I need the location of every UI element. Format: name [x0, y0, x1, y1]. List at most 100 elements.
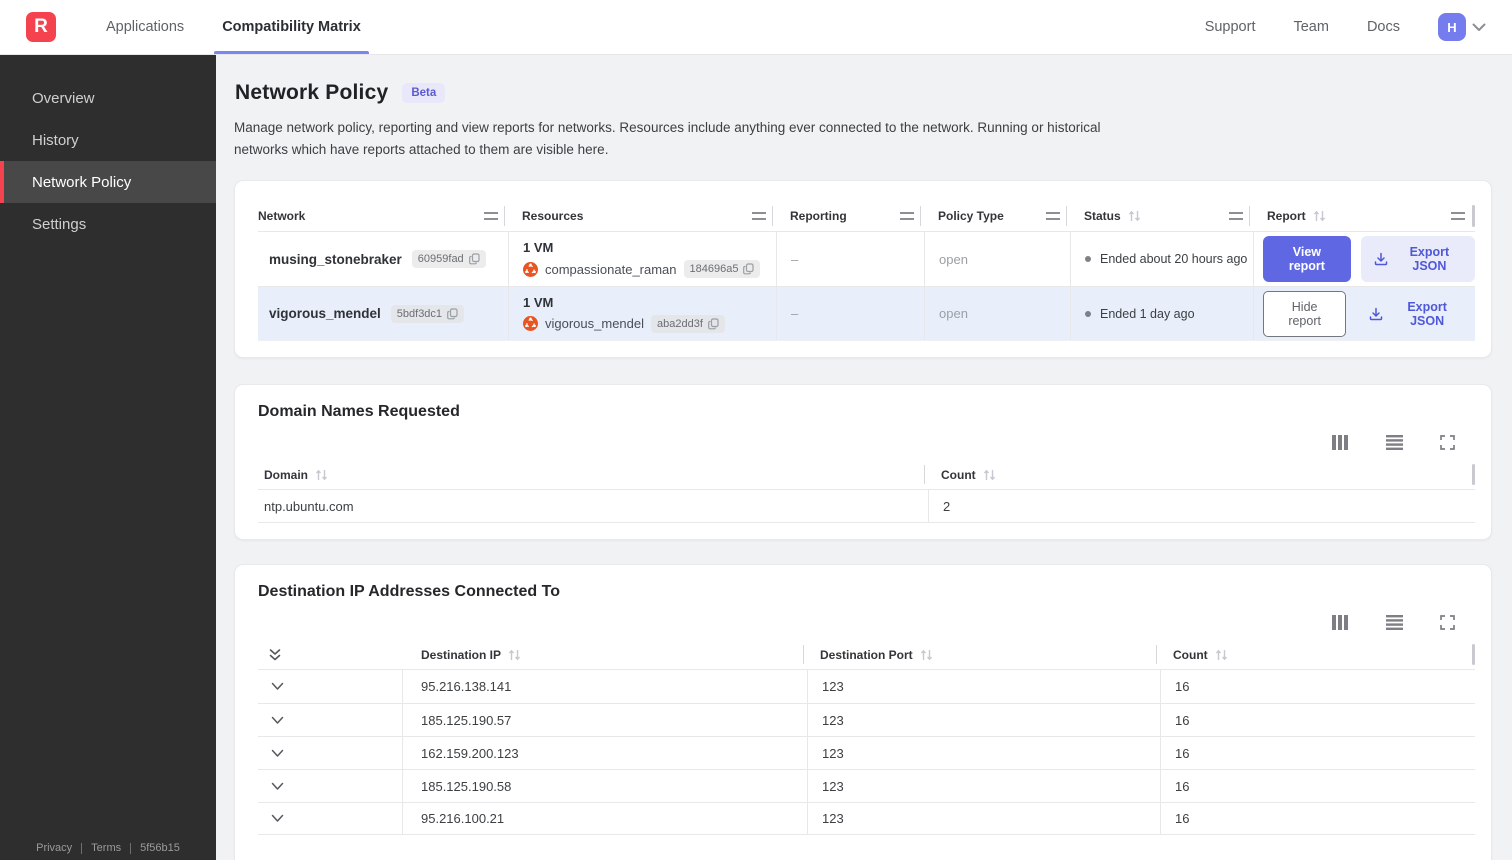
count-cell: 16 — [1160, 770, 1475, 803]
column-label: Resources — [522, 209, 584, 224]
network-id: 60959fad — [417, 253, 464, 266]
column-header-reporting: Reporting — [776, 201, 924, 231]
nav-link-docs[interactable]: Docs — [1367, 19, 1400, 35]
app-logo[interactable]: R — [26, 12, 56, 42]
export-json-label: Export JSON — [1409, 245, 1450, 274]
status-dot-icon — [1085, 310, 1091, 317]
column-header-policy-type: Policy Type — [924, 201, 1070, 231]
account-menu[interactable]: H — [1438, 13, 1486, 41]
rows-icon[interactable] — [1386, 615, 1403, 631]
sort-icon[interactable] — [920, 649, 933, 661]
row-expander[interactable] — [258, 670, 402, 703]
resources-cell: 1 VM compassionate_raman 184696a5 — [508, 232, 776, 287]
network-id: 5bdf3dc1 — [396, 307, 443, 320]
status-cell: Ended 1 day ago — [1070, 287, 1253, 341]
resources-cell: 1 VM vigorous_mendel aba2dd3f — [508, 287, 776, 341]
policy-type-cell: open — [924, 287, 1070, 341]
network-id-badge: 5bdf3dc1 — [390, 304, 465, 323]
columns-icon[interactable] — [1332, 435, 1349, 451]
port-cell: 123 — [807, 670, 1160, 704]
sidebar-item-overview[interactable]: Overview — [0, 77, 216, 119]
column-label: Policy Type — [938, 209, 1004, 224]
resource-id: 184696a5 — [689, 263, 739, 276]
sidebar: Overview History Network Policy Settings… — [0, 55, 216, 860]
ubuntu-icon — [523, 261, 538, 277]
avatar[interactable]: H — [1438, 13, 1466, 41]
sort-icon[interactable] — [508, 649, 521, 661]
tab-compatibility-matrix[interactable]: Compatibility Matrix — [214, 0, 369, 54]
column-label: Reporting — [790, 209, 847, 224]
export-json-button[interactable]: Export JSON — [1356, 291, 1475, 337]
row-expander[interactable] — [258, 803, 402, 834]
fullscreen-icon[interactable] — [1440, 615, 1455, 631]
hide-report-button[interactable]: Hide report — [1263, 290, 1347, 337]
status-dot-icon — [1085, 256, 1091, 263]
count-cell: 16 — [1160, 803, 1475, 835]
export-json-button[interactable]: Export JSON — [1360, 236, 1475, 283]
row-expander[interactable] — [258, 770, 402, 802]
count-cell: 16 — [1160, 670, 1475, 704]
column-header-resources: Resources — [508, 201, 776, 231]
sidebar-item-network-policy[interactable]: Network Policy — [0, 161, 216, 203]
resource-id-badge: aba2dd3f — [651, 314, 725, 333]
networks-card: Network Resources Reporting Policy Type … — [234, 180, 1492, 359]
sort-icon[interactable] — [983, 469, 996, 481]
sort-icon[interactable] — [1313, 210, 1326, 222]
network-table-row[interactable]: vigorous_mendel 5bdf3dc1 1 VM vigorous_m… — [258, 286, 1475, 342]
double-chevron-down-icon[interactable] — [268, 648, 282, 662]
resource-name[interactable]: compassionate_raman — [545, 262, 677, 277]
row-expander[interactable] — [258, 737, 402, 769]
dest-ip-table-row[interactable]: 185.125.190.57 123 16 — [258, 703, 1475, 737]
sort-icon[interactable] — [315, 469, 328, 481]
sort-icon[interactable] — [1215, 649, 1228, 661]
ip-cell: 185.125.190.57 — [402, 704, 807, 737]
count-cell: 16 — [1160, 704, 1475, 737]
build-version: 5f56b15 — [140, 842, 180, 854]
column-resize-handle[interactable] — [1229, 212, 1243, 221]
dest-ip-table-row[interactable]: 95.216.100.21 123 16 — [258, 802, 1475, 836]
count-cell: 2 — [928, 490, 1475, 523]
download-icon — [1369, 307, 1383, 321]
sidebar-item-history[interactable]: History — [0, 119, 216, 161]
column-label: Status — [1084, 209, 1121, 224]
fullscreen-icon[interactable] — [1440, 435, 1455, 451]
footer-separator — [81, 842, 83, 854]
resource-name[interactable]: vigorous_mendel — [545, 316, 644, 331]
column-header-destination-port: Destination Port — [807, 640, 1160, 669]
network-table-row[interactable]: musing_stonebraker 60959fad 1 VM compass… — [258, 231, 1475, 287]
sidebar-item-settings[interactable]: Settings — [0, 203, 216, 245]
dest-ip-table-row[interactable]: 95.216.138.141 123 16 — [258, 670, 1475, 704]
page-description: Manage network policy, reporting and vie… — [234, 120, 1101, 157]
nav-link-team[interactable]: Team — [1293, 19, 1328, 35]
column-label: Network — [258, 209, 306, 224]
terms-link[interactable]: Terms — [91, 842, 121, 854]
column-resize-handle[interactable] — [1046, 212, 1060, 221]
column-resize-handle[interactable] — [900, 212, 914, 221]
rows-icon[interactable] — [1386, 435, 1403, 451]
copy-icon[interactable] — [468, 253, 480, 265]
report-cell: Hide report Export JSON — [1253, 287, 1475, 341]
column-header-domain: Domain — [258, 460, 928, 489]
column-header-count: Count — [928, 460, 1475, 489]
tab-applications[interactable]: Applications — [104, 0, 186, 54]
copy-icon[interactable] — [743, 263, 755, 275]
dest-ip-table-row[interactable]: 162.159.200.123 123 16 — [258, 736, 1475, 770]
column-resize-handle[interactable] — [484, 212, 498, 221]
domain-table-row[interactable]: ntp.ubuntu.com 2 — [258, 490, 1475, 524]
columns-icon[interactable] — [1332, 615, 1349, 631]
chevron-down-icon[interactable] — [1472, 23, 1486, 32]
view-report-button[interactable]: View report — [1263, 236, 1351, 283]
export-json-label: Export JSON — [1407, 299, 1447, 328]
dest-ip-table-row[interactable]: 185.125.190.58 123 16 — [258, 769, 1475, 803]
nav-link-support[interactable]: Support — [1205, 19, 1256, 35]
dest-ip-card: Destination IP Addresses Connected To De… — [234, 564, 1492, 860]
copy-icon[interactable] — [708, 318, 719, 330]
column-resize-handle[interactable] — [752, 212, 766, 221]
copy-icon[interactable] — [447, 308, 458, 320]
column-header-destination-ip: Destination IP — [402, 640, 807, 669]
column-resize-handle[interactable] — [1451, 212, 1465, 221]
row-expander[interactable] — [258, 704, 402, 736]
sort-icon[interactable] — [1128, 210, 1141, 222]
network-id-badge: 60959fad — [411, 250, 486, 269]
privacy-link[interactable]: Privacy — [36, 842, 72, 854]
